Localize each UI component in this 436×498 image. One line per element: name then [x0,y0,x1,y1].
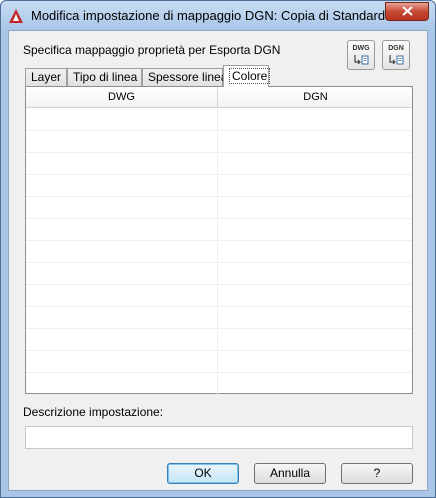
table-row[interactable] [26,329,412,351]
grid-header: DWG DGN [26,87,412,108]
table-cell [26,285,218,306]
tab-layer[interactable]: Layer [25,68,67,87]
table-row[interactable] [26,285,412,307]
table-cell [26,241,218,262]
mapping-grid[interactable]: DWG DGN [25,86,413,395]
table-row[interactable] [26,131,412,153]
dwg-to-dgn-label: DWG [352,44,370,52]
column-header-dgn[interactable]: DGN [219,87,412,108]
dwg-to-dgn-icon [354,54,369,64]
table-cell [26,351,218,372]
table-row[interactable] [26,219,412,241]
table-cell [26,109,218,130]
table-cell [26,197,218,218]
table-cell [26,263,218,284]
tab-layer-label: Layer [31,70,62,84]
table-cell [26,373,218,394]
table-row[interactable] [26,175,412,197]
close-button[interactable] [385,2,429,21]
table-cell [26,307,218,328]
description-label: Descrizione impostazione: [23,405,164,419]
ok-button[interactable]: OK [167,463,239,484]
table-cell [26,219,218,240]
dialog-window: Modifica impostazione di mappaggio DGN: … [0,0,436,498]
table-row[interactable] [26,263,412,285]
table-row[interactable] [26,197,412,219]
tab-colore[interactable]: Colore [223,65,271,87]
table-cell [26,153,218,174]
table-cell [26,329,218,350]
table-row[interactable] [26,153,412,175]
autocad-logo-icon [8,8,24,24]
table-cell [26,175,218,196]
dgn-to-dwg-button[interactable]: DGN [382,40,410,70]
tab-spessore-linea-label: Spessore linea [148,70,228,84]
tab-colore-label: Colore [229,68,271,84]
tab-spessore-linea[interactable]: Spessore linea [142,68,227,87]
table-row[interactable] [26,241,412,263]
grid-body[interactable] [26,109,412,395]
title-bar[interactable]: Modifica impostazione di mappaggio DGN: … [1,1,435,30]
description-input[interactable] [25,426,413,449]
dgn-to-dwg-icon [389,54,404,64]
table-row[interactable] [26,351,412,373]
table-row[interactable] [26,307,412,329]
dwg-to-dgn-button[interactable]: DWG [347,40,375,70]
help-button[interactable]: ? [341,463,413,484]
table-row[interactable] [26,109,412,131]
tab-tipo-di-linea-label: Tipo di linea [73,70,138,84]
dgn-to-dwg-label: DGN [388,44,404,52]
column-header-dwg[interactable]: DWG [26,87,218,108]
mapping-spec-label: Specifica mappaggio proprietà per Esport… [23,43,281,57]
dialog-client: Specifica mappaggio proprietà per Esport… [8,30,428,491]
table-cell [26,131,218,152]
cancel-button[interactable]: Annulla [254,463,326,484]
table-row[interactable] [26,373,412,395]
window-title: Modifica impostazione di mappaggio DGN: … [31,8,386,23]
tab-tipo-di-linea[interactable]: Tipo di linea [67,68,142,87]
close-icon [401,5,413,19]
